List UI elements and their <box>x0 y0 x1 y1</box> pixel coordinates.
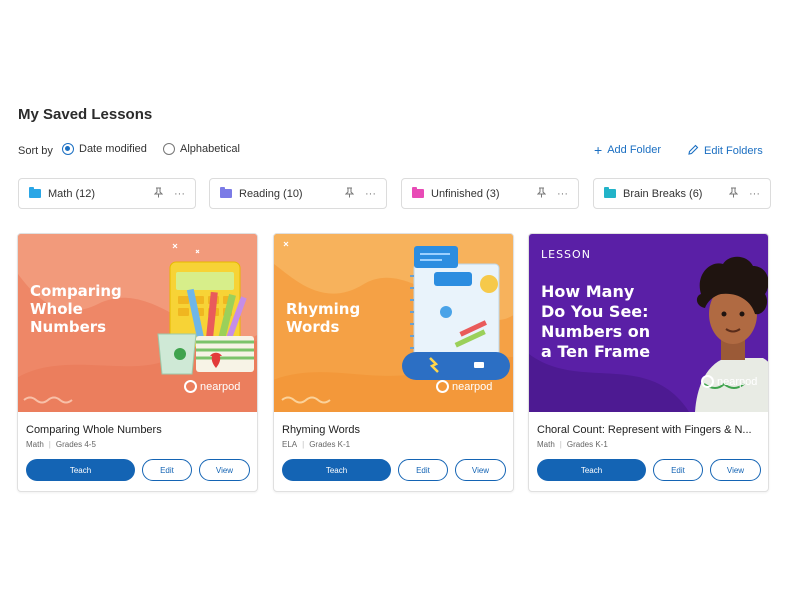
sort-label: Sort by <box>18 145 53 157</box>
edit-folders-label: Edit Folders <box>704 145 763 157</box>
page-title: My Saved Lessons <box>18 106 153 123</box>
lesson-card[interactable]: Comparing Whole Numbers nearpod Comparin… <box>17 233 258 492</box>
radio-selected-icon <box>62 143 74 155</box>
edit-button[interactable]: Edit <box>653 459 703 481</box>
nearpod-logo: nearpod <box>701 375 757 388</box>
teach-button[interactable]: Teach <box>282 459 391 481</box>
sort-option-label: Alphabetical <box>180 143 240 155</box>
nearpod-logo: nearpod <box>436 380 492 393</box>
lesson-meta: ELA | Grades K-1 <box>282 440 350 449</box>
lesson-actions: Teach Edit View <box>26 459 252 481</box>
folder-math[interactable]: Math (12) ··· <box>18 178 196 209</box>
folder-icon <box>29 187 41 198</box>
sort-option-label: Date modified <box>79 143 147 155</box>
lesson-thumbnail[interactable]: LESSON How Many Do You See: Numbers on a… <box>529 234 768 412</box>
thumbnail-title: Rhyming Words <box>286 300 361 336</box>
lesson-subject: Math <box>26 440 44 449</box>
lesson-actions: Teach Edit View <box>282 459 508 481</box>
view-button[interactable]: View <box>710 459 761 481</box>
radio-unselected-icon <box>163 143 175 155</box>
lesson-subject: Math <box>537 440 555 449</box>
thumbnail-tag: LESSON <box>541 248 591 261</box>
lesson-title[interactable]: Comparing Whole Numbers <box>26 424 252 436</box>
lesson-grades: Grades 4-5 <box>55 440 96 449</box>
lesson-title[interactable]: Rhyming Words <box>282 424 508 436</box>
folder-list: Math (12) ··· Reading (10) ··· Unfinishe… <box>18 178 771 209</box>
nearpod-logo: nearpod <box>184 380 240 393</box>
lesson-thumbnail[interactable]: Rhyming Words nearpod <box>274 234 513 412</box>
add-folder-button[interactable]: + Add Folder <box>594 142 661 158</box>
more-options-icon[interactable]: ··· <box>749 188 760 200</box>
plus-icon: + <box>594 142 603 158</box>
lesson-title[interactable]: Choral Count: Represent with Fingers & N… <box>537 424 763 436</box>
edit-button[interactable]: Edit <box>398 459 448 481</box>
meta-separator: | <box>302 440 305 449</box>
lesson-card[interactable]: Rhyming Words nearpod Rhyming Words ELA … <box>273 233 514 492</box>
folder-unfinished[interactable]: Unfinished (3) ··· <box>401 178 579 209</box>
lesson-grades: Grades K-1 <box>309 440 351 449</box>
more-options-icon[interactable]: ··· <box>174 188 185 200</box>
folder-name: Unfinished (3) <box>431 187 500 200</box>
lesson-actions: Teach Edit View <box>537 459 763 481</box>
thumbnail-title: How Many Do You See: Numbers on a Ten Fr… <box>541 282 651 361</box>
lesson-meta: Math | Grades 4-5 <box>26 440 96 449</box>
pin-icon[interactable] <box>152 187 164 201</box>
teach-button[interactable]: Teach <box>537 459 646 481</box>
pencil-icon <box>688 144 699 158</box>
edit-folders-button[interactable]: Edit Folders <box>688 144 763 158</box>
lesson-meta: Math | Grades K-1 <box>537 440 608 449</box>
view-button[interactable]: View <box>455 459 506 481</box>
folder-icon <box>412 187 424 198</box>
folder-icon <box>604 187 616 198</box>
folder-reading[interactable]: Reading (10) ··· <box>209 178 387 209</box>
sort-alphabetical-radio[interactable]: Alphabetical <box>163 143 240 155</box>
view-button[interactable]: View <box>199 459 250 481</box>
folder-name: Reading (10) <box>239 187 303 200</box>
sort-date-modified-radio[interactable]: Date modified <box>62 143 147 155</box>
add-folder-label: Add Folder <box>607 144 661 156</box>
meta-separator: | <box>559 440 562 449</box>
lesson-card[interactable]: LESSON How Many Do You See: Numbers on a… <box>528 233 769 492</box>
folder-icon <box>220 187 232 198</box>
pin-icon[interactable] <box>535 187 547 201</box>
folder-name: Math (12) <box>48 187 96 200</box>
folder-name: Brain Breaks (6) <box>623 187 703 200</box>
more-options-icon[interactable]: ··· <box>365 188 376 200</box>
folder-brain-breaks[interactable]: Brain Breaks (6) ··· <box>593 178 771 209</box>
sort-row: Sort by Date modified Alphabetical + Add… <box>18 143 780 161</box>
meta-separator: | <box>48 440 51 449</box>
lesson-thumbnail[interactable]: Comparing Whole Numbers nearpod <box>18 234 257 412</box>
edit-button[interactable]: Edit <box>142 459 192 481</box>
lesson-grades: Grades K-1 <box>566 440 608 449</box>
pin-icon[interactable] <box>343 187 355 201</box>
pin-icon[interactable] <box>727 187 739 201</box>
teach-button[interactable]: Teach <box>26 459 135 481</box>
more-options-icon[interactable]: ··· <box>557 188 568 200</box>
lesson-subject: ELA <box>282 440 298 449</box>
thumbnail-title: Comparing Whole Numbers <box>30 282 122 336</box>
